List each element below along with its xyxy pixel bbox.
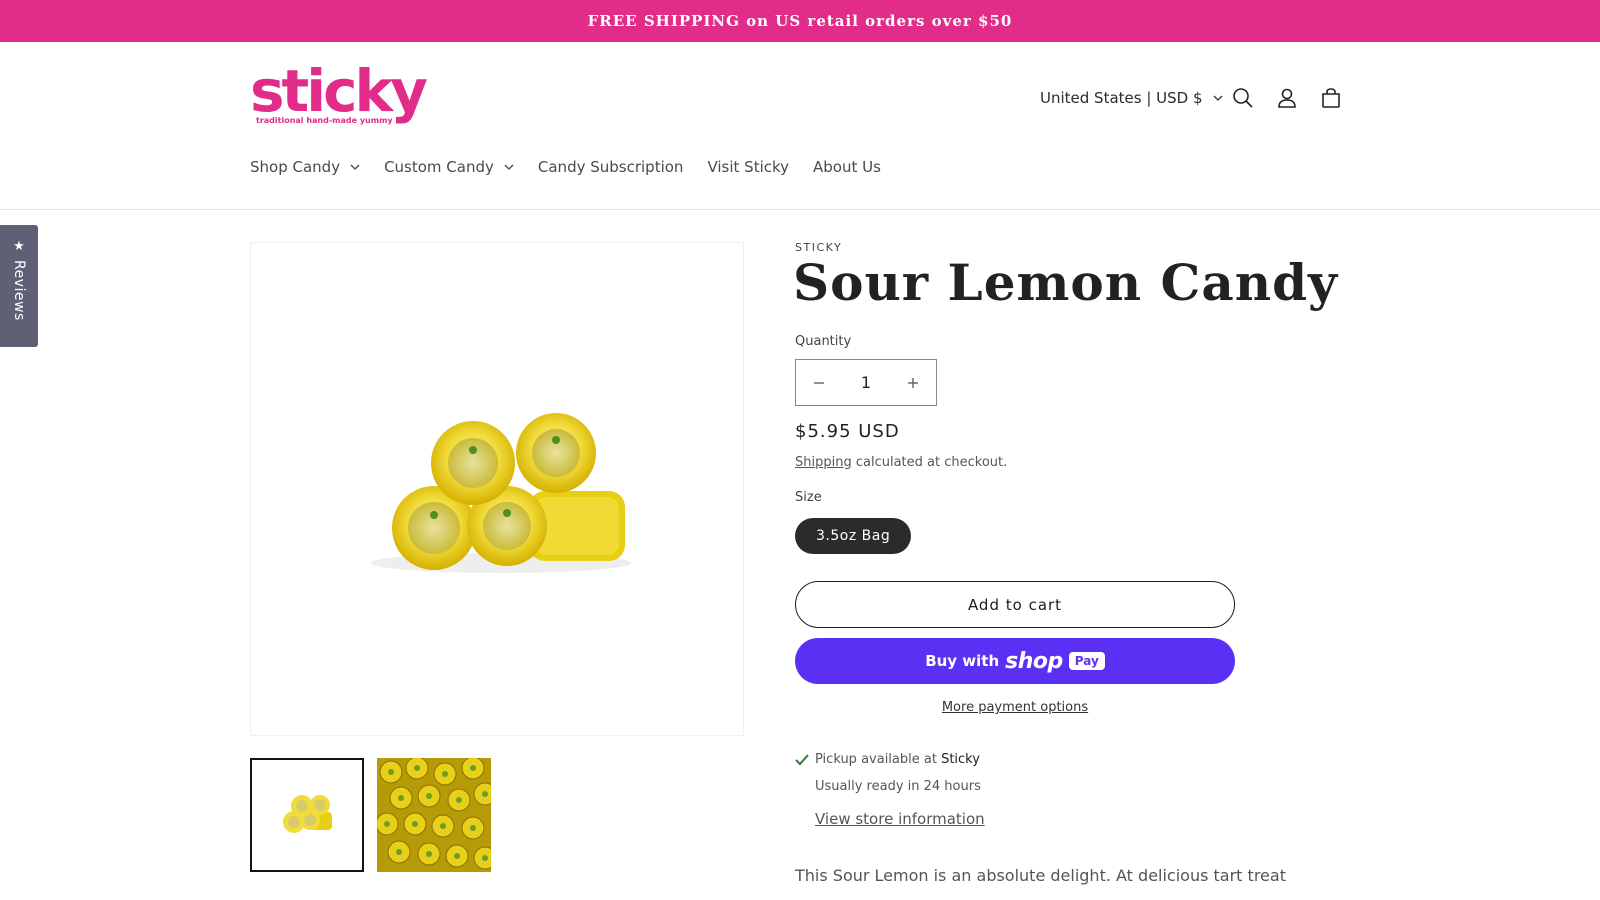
add-to-cart-button[interactable]: Add to cart <box>795 581 1235 628</box>
pickup-availability: Pickup available at Sticky <box>795 752 980 767</box>
star-icon: ★ <box>13 239 25 254</box>
nav-item-candy-subscription[interactable]: Candy Subscription <box>538 158 684 176</box>
shipping-link[interactable]: Shipping <box>795 455 852 470</box>
lemon-candy-pile-thumbnail <box>377 758 491 872</box>
pickup-ready-time: Usually ready in 24 hours <box>815 779 981 794</box>
buy-with-shop-pay-button[interactable]: Buy with shop Pay <box>795 638 1235 684</box>
lemon-candy-image <box>371 413 631 573</box>
size-label: Size <box>795 490 822 505</box>
logo-tagline: traditional hand-made yummy <box>256 116 393 125</box>
size-option-3-5oz-bag[interactable]: 3.5oz Bag <box>795 518 912 554</box>
cart-icon <box>1322 88 1340 108</box>
nav-item-about-us[interactable]: About Us <box>813 158 881 176</box>
logo[interactable]: sticky traditional hand-made yummy <box>250 58 428 132</box>
logo-wordmark: sticky <box>250 57 428 125</box>
reviews-tab-label: Reviews <box>11 260 27 321</box>
product-title: Sour Lemon Candy <box>793 253 1339 312</box>
quantity-label: Quantity <box>795 334 852 349</box>
plus-icon <box>908 377 918 388</box>
quantity-decrease-button[interactable] <box>796 360 842 405</box>
product-main-image[interactable] <box>250 242 744 736</box>
announcement-bar: FREE SHIPPING on US retail orders over $… <box>0 0 1600 42</box>
minus-icon <box>814 381 824 384</box>
country-currency-selector[interactable]: United States | USD $ <box>1040 86 1223 110</box>
nav-item-visit-sticky[interactable]: Visit Sticky <box>707 158 789 176</box>
chevron-down-icon <box>1213 95 1222 101</box>
shipping-note-text: calculated at checkout. <box>851 455 1008 470</box>
country-currency-label: United States | USD $ <box>1040 89 1203 107</box>
search-icon <box>1233 88 1253 108</box>
pickup-location: Sticky <box>941 752 980 767</box>
header-divider <box>0 209 1600 210</box>
lemon-candy-thumbnail <box>283 795 332 833</box>
view-store-information-link[interactable]: View store information <box>815 810 985 828</box>
nav-item-label: Visit Sticky <box>707 158 790 176</box>
account-button[interactable] <box>1273 84 1301 112</box>
quantity-input[interactable] <box>844 372 888 393</box>
product-price: $5.95 USD <box>795 421 900 442</box>
quantity-stepper <box>795 359 937 406</box>
reviews-tab[interactable]: ★ Reviews <box>0 225 38 347</box>
check-icon <box>795 753 809 765</box>
chevron-down-icon <box>504 164 514 170</box>
pickup-text: Pickup available at Sticky <box>815 752 980 767</box>
pickup-prefix: Pickup available at <box>815 752 942 767</box>
search-button[interactable] <box>1229 84 1257 112</box>
nav-item-label: Shop Candy <box>250 158 341 176</box>
nav-item-custom-candy[interactable]: Custom Candy <box>384 158 514 176</box>
announcement-text: FREE SHIPPING on US retail orders over $… <box>587 12 1013 30</box>
cart-button[interactable] <box>1317 84 1345 112</box>
chevron-down-icon <box>350 164 360 170</box>
product-thumbnail-2[interactable] <box>377 758 491 872</box>
account-icon <box>1278 88 1296 108</box>
product-thumbnail-1[interactable] <box>250 758 364 872</box>
add-to-cart-label: Add to cart <box>967 595 1063 614</box>
product-description: This Sour Lemon is an absolute delight. … <box>795 866 1286 885</box>
nav-item-shop-candy[interactable]: Shop Candy <box>250 158 360 176</box>
nav-item-label: About Us <box>813 158 881 176</box>
buy-with-label: Buy with <box>925 652 1000 670</box>
more-payment-options-link[interactable]: More payment options <box>795 700 1235 715</box>
shop-pay-logo: shop <box>1005 648 1063 674</box>
main-nav: Shop Candy Custom Candy Candy Subscripti… <box>250 152 881 182</box>
size-option-label: 3.5oz Bag <box>816 528 891 544</box>
quantity-increase-button[interactable] <box>890 360 936 405</box>
shop-pay-badge: Pay <box>1068 652 1105 670</box>
nav-item-label: Custom Candy <box>384 158 494 176</box>
nav-item-label: Candy Subscription <box>537 158 684 176</box>
shipping-note: Shipping calculated at checkout. <box>795 455 1007 470</box>
